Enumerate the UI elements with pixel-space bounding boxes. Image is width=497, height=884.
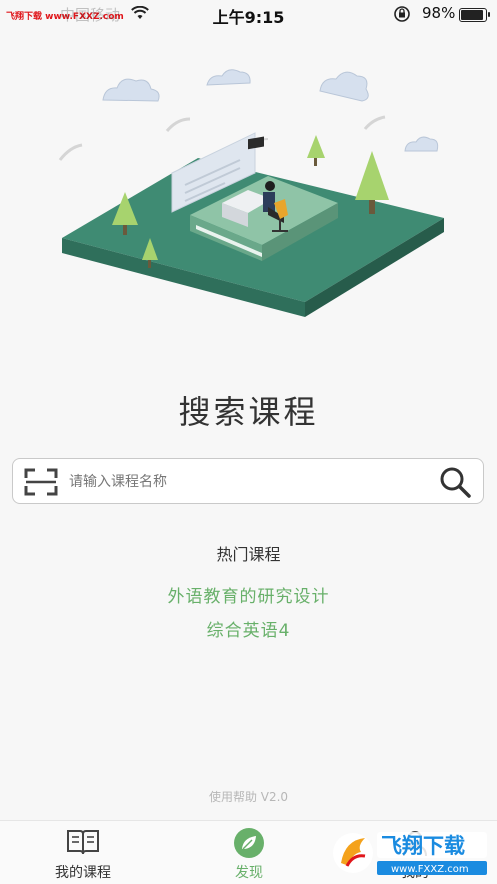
cloud-icon xyxy=(206,69,251,86)
cloud-icon xyxy=(319,71,369,102)
hot-course-link[interactable]: 综合英语4 xyxy=(0,619,497,653)
status-bar: 飞翔下载 www.FXXZ.com 中国移动 上午9:15 98% xyxy=(0,0,497,28)
battery-percent: 98% xyxy=(422,4,456,22)
battery-icon xyxy=(459,8,490,22)
tree-icon xyxy=(307,135,325,166)
hot-course-link[interactable]: 外语教育的研究设计 xyxy=(0,585,497,619)
hero-illustration xyxy=(58,69,444,317)
book-icon xyxy=(67,830,99,855)
search-input[interactable]: 请输入课程名称 xyxy=(69,471,167,491)
search-icon[interactable] xyxy=(437,465,473,499)
tab-label: 发现 xyxy=(235,865,263,881)
scan-icon[interactable] xyxy=(23,467,59,497)
leaf-icon xyxy=(234,828,264,858)
tab-discover[interactable]: 发现 xyxy=(166,821,332,884)
hot-courses-list: 外语教育的研究设计 综合英语4 xyxy=(0,585,497,653)
tab-label: 我的 xyxy=(401,865,429,881)
cloud-icon xyxy=(404,136,439,152)
hot-courses-heading: 热门课程 xyxy=(216,545,281,564)
tab-label: 我的课程 xyxy=(55,865,111,881)
page-title: 搜索课程 xyxy=(178,393,319,431)
cloud-icon xyxy=(102,78,160,102)
user-icon xyxy=(403,831,427,857)
search-bar[interactable]: 请输入课程名称 xyxy=(12,458,484,504)
tab-my-courses[interactable]: 我的课程 xyxy=(0,821,166,884)
tab-mine[interactable]: 我的 xyxy=(332,821,497,884)
rotation-lock-icon xyxy=(394,6,410,22)
tab-bar: 我的课程 发现 我的 xyxy=(0,820,497,884)
help-link[interactable]: 使用帮助 V2.0 xyxy=(0,788,497,805)
